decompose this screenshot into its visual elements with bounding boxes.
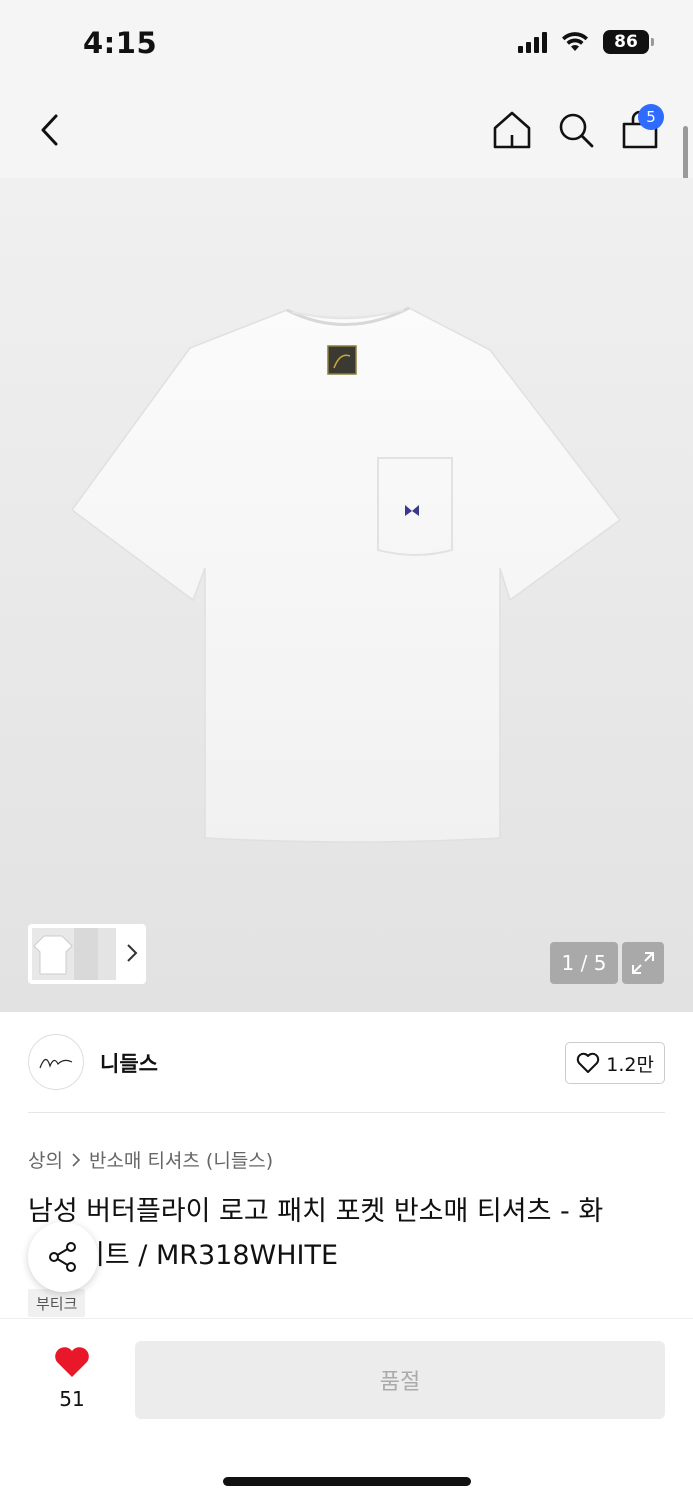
brand-logo[interactable] <box>28 1034 84 1090</box>
thumbnail-strip[interactable] <box>28 924 146 984</box>
breadcrumb-category[interactable]: 상의 <box>28 1146 63 1173</box>
search-icon <box>559 113 594 148</box>
home-button[interactable] <box>490 108 534 152</box>
back-button[interactable] <box>30 108 70 152</box>
brand-like-count: 1.2만 <box>606 1053 654 1076</box>
sold-out-button[interactable]: 품절 <box>135 1341 665 1419</box>
thumbnail-image[interactable] <box>98 928 116 980</box>
product-title: 남성 버터플라이 로고 패치 포켓 반소매 티셔츠 - 화 이트 / MR318… <box>28 1190 668 1278</box>
cellular-signal-icon <box>518 31 547 53</box>
heart-outline-icon <box>577 1052 600 1073</box>
product-gallery[interactable]: 1 / 5 <box>0 178 693 1012</box>
back-icon <box>41 114 58 146</box>
page-counter: 1 / 5 <box>550 942 618 984</box>
product-title-line: 남성 버터플라이 로고 패치 포켓 반소매 티셔츠 - 화 <box>28 1196 604 1227</box>
home-icon <box>493 111 531 149</box>
share-icon <box>49 1242 76 1272</box>
top-nav <box>0 90 693 178</box>
status-icons: 86 <box>518 30 654 54</box>
expand-icon <box>632 952 654 974</box>
wish-count: 51 <box>59 1387 85 1411</box>
status-bar: 4:15 86 <box>0 0 693 90</box>
home-indicator[interactable] <box>223 1477 471 1486</box>
product-title-line: 이트 / MR318WHITE <box>80 1240 339 1271</box>
chevron-right-icon <box>72 1152 81 1167</box>
bottom-action-bar: 51 품절 <box>0 1318 693 1500</box>
wish-button[interactable]: 51 <box>46 1345 98 1411</box>
breadcrumb-subcategory[interactable]: 반소매 티셔츠 (니들스) <box>89 1146 273 1173</box>
brand-like-button[interactable]: 1.2만 <box>565 1042 665 1084</box>
thumbnail-image[interactable] <box>32 928 74 980</box>
expand-button[interactable] <box>622 942 664 984</box>
divider <box>28 1112 665 1113</box>
product-image[interactable] <box>60 298 630 858</box>
cart-count-badge: 5 <box>638 104 664 130</box>
heart-filled-icon <box>55 1347 89 1377</box>
search-button[interactable] <box>554 108 598 152</box>
brand-row: 니들스 1.2만 <box>28 1034 665 1094</box>
brand-name[interactable]: 니들스 <box>100 1048 158 1078</box>
breadcrumb: 상의 반소매 티셔츠 (니들스) <box>28 1146 273 1173</box>
share-button[interactable] <box>28 1222 98 1292</box>
boutique-badge: 부티크 <box>28 1289 86 1317</box>
status-time: 4:15 <box>83 26 158 60</box>
wifi-icon <box>562 32 588 51</box>
thumbnail-image[interactable] <box>74 928 98 980</box>
battery-indicator: 86 <box>603 30 654 54</box>
chevron-right-icon[interactable] <box>126 942 138 964</box>
